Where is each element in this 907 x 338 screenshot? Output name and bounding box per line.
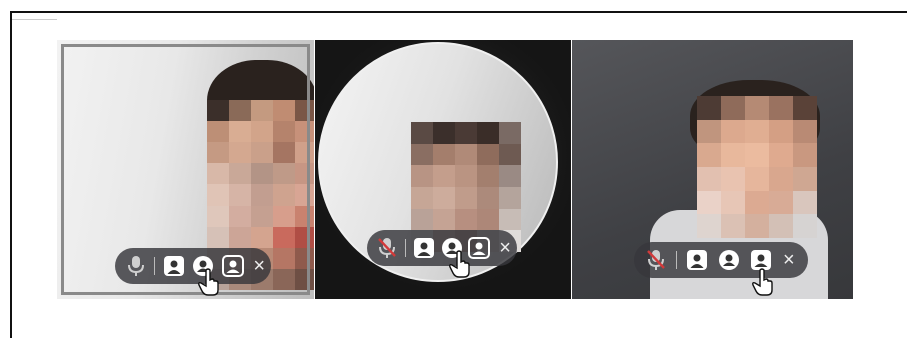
person-square-icon [413,238,434,258]
toolbar-separator [154,257,156,275]
close-icon[interactable]: × [783,250,795,270]
person-cutout-icon [468,237,491,259]
camera-toolbar: × [367,230,517,266]
shape-square-button[interactable] [683,246,711,274]
camera-toolbar: × [634,242,808,278]
hand-cursor-icon [449,250,470,278]
shape-square-button[interactable] [412,234,436,262]
person-circle-icon [719,250,739,270]
hand-cursor-icon [198,268,219,296]
microphone-muted-icon [378,238,396,258]
microphone-button[interactable] [642,246,670,274]
camera-panel-circle: × [315,40,571,299]
person-cutout-icon [221,255,244,277]
shape-circle-button[interactable] [715,246,743,274]
microphone-button[interactable] [123,252,148,280]
camera-panel-square: × [57,40,314,299]
microphone-icon [127,256,144,276]
camera-toolbar: × [115,248,271,284]
person-square-icon [687,250,707,270]
camera-panel-cutout: × [572,40,853,299]
shape-square-button[interactable] [161,252,186,280]
microphone-button[interactable] [375,234,399,262]
toolbar-separator [676,251,677,269]
close-icon[interactable]: × [253,256,265,276]
person-square-icon [163,256,184,276]
hand-cursor-icon [752,268,773,296]
microphone-muted-icon [647,250,665,270]
shape-cutout-button[interactable] [220,252,245,280]
toolbar-separator [404,239,406,257]
face-pixelation [697,96,817,238]
shape-cutout-button[interactable] [467,234,491,262]
close-icon[interactable]: × [499,238,511,258]
